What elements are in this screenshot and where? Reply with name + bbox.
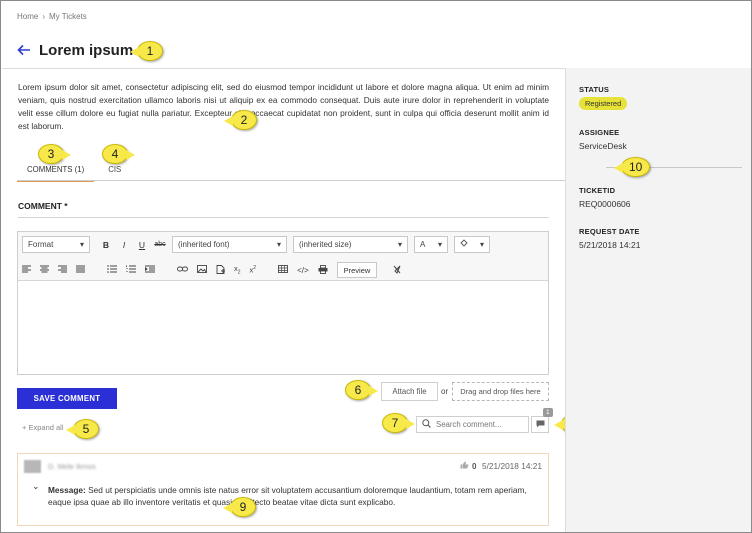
status-badge: Registered — [579, 97, 628, 110]
search-placeholder: Search comment... — [436, 420, 502, 429]
request-date-label: REQUEST DATE — [579, 227, 640, 236]
font-size-dropdown[interactable]: (inherited size) ▾ — [293, 236, 408, 253]
bulleted-list-icon[interactable] — [107, 265, 117, 275]
insert-file-icon[interactable] — [216, 264, 225, 276]
chat-bubble-icon — [536, 420, 545, 430]
breadcrumb-current[interactable]: My Tickets — [49, 12, 87, 21]
caret-down-icon: ▾ — [479, 240, 484, 249]
paint-bucket-icon — [460, 239, 468, 250]
like-button[interactable]: 0 — [460, 461, 476, 471]
highlight-color-dropdown[interactable]: ▾ — [454, 236, 490, 253]
ticket-details-sidebar: STATUS Registered ASSIGNEE ServiceDesk T… — [565, 68, 751, 532]
caret-down-icon: ▾ — [79, 240, 84, 249]
format-dropdown-label: Format — [28, 240, 54, 249]
align-center-icon[interactable] — [40, 265, 49, 275]
breadcrumb: Home › My Tickets — [17, 12, 87, 21]
tabs-divider — [17, 180, 565, 181]
comment-entry: D. Mele Ikmos 0 5/21/2018 14:21 ⌄ Messag… — [17, 453, 549, 526]
format-dropdown[interactable]: Format ▾ — [22, 236, 90, 253]
superscript-icon[interactable]: x2 — [250, 265, 257, 275]
align-justify-icon[interactable] — [76, 265, 85, 275]
file-drop-zone[interactable]: Drag and drop files here — [452, 382, 549, 401]
rich-text-editor: Format ▾ B I U abc (inherited font) ▾ (i… — [17, 231, 549, 375]
align-left-icon[interactable] — [22, 265, 31, 275]
avatar — [24, 460, 41, 473]
comment-label-divider — [18, 217, 549, 218]
attach-file-button[interactable]: Attach file — [381, 382, 438, 401]
like-count: 0 — [472, 461, 477, 471]
font-family-label: (inherited font) — [178, 240, 230, 249]
image-icon[interactable] — [197, 265, 207, 275]
breadcrumb-home[interactable]: Home — [17, 12, 38, 21]
text-color-label: A — [420, 240, 426, 249]
ticket-page: Home › My Tickets Lorem ipsum 1 Lorem ip… — [0, 0, 752, 533]
save-comment-button[interactable]: SAVE COMMENT — [17, 388, 117, 409]
callout-marker: 1 — [130, 41, 163, 61]
table-icon[interactable] — [278, 265, 289, 275]
comment-search-input[interactable]: Search comment... — [416, 416, 529, 433]
page-title: Lorem ipsum — [39, 42, 134, 59]
expand-all-label: Expand all — [28, 423, 64, 432]
message-label: Message: — [48, 485, 86, 495]
bold-button[interactable]: B — [100, 240, 112, 250]
caret-down-icon: ▾ — [397, 240, 402, 249]
callout-marker: 6 — [345, 380, 378, 400]
subscript-icon[interactable]: x2 — [234, 264, 241, 276]
print-icon[interactable] — [318, 264, 328, 276]
or-separator: or — [441, 387, 449, 396]
ticketid-label: TICKETID — [579, 186, 616, 195]
text-color-dropdown[interactable]: A ▾ — [414, 236, 448, 253]
arrow-left-icon[interactable] — [17, 43, 33, 59]
request-date-value: 5/21/2018 14:21 — [579, 240, 641, 250]
callout-marker: 3 — [38, 144, 71, 164]
align-right-icon[interactable] — [58, 265, 67, 275]
strikethrough-button[interactable]: abc — [154, 241, 166, 248]
ticket-description: Lorem ipsum dolor sit amet, consectetur … — [18, 82, 549, 131]
callout-marker: 5 — [66, 419, 99, 439]
assignee-label: ASSIGNEE — [579, 128, 620, 137]
plus-icon: + — [22, 423, 27, 432]
expand-all-link[interactable]: + Expand all — [22, 423, 64, 432]
editor-toolbar: Format ▾ B I U abc (inherited font) ▾ (i… — [18, 232, 548, 281]
assignee-value: ServiceDesk — [579, 141, 627, 151]
callout-marker: 4 — [102, 144, 135, 164]
thumbs-up-icon — [460, 461, 469, 471]
ticketid-value: REQ0000606 — [579, 199, 631, 209]
underline-button[interactable]: U — [136, 240, 148, 250]
code-view-icon[interactable]: </> — [297, 266, 309, 275]
status-label: STATUS — [579, 85, 610, 94]
comment-field-label: COMMENT * — [18, 201, 68, 211]
search-icon — [422, 419, 431, 430]
caret-down-icon: ▾ — [276, 240, 281, 249]
comment-toggle-button[interactable] — [531, 416, 549, 433]
callout-marker: 7 — [382, 413, 415, 433]
caret-down-icon: ▾ — [437, 240, 442, 249]
clear-formatting-icon[interactable] — [392, 265, 402, 276]
comment-message: Message: Sed ut perspiciatis unde omnis … — [48, 484, 538, 508]
message-text: Sed ut perspiciatis unde omnis iste natu… — [48, 485, 527, 507]
comment-author: D. Mele Ikmos — [48, 462, 96, 471]
font-size-label: (inherited size) — [299, 240, 352, 249]
link-icon[interactable] — [177, 265, 188, 275]
collapse-chevron-icon[interactable]: ⌄ — [32, 481, 40, 492]
callout-marker: 2 — [224, 110, 257, 130]
callout-marker: 9 — [223, 497, 256, 517]
comment-timestamp: 5/21/2018 14:21 — [482, 461, 542, 471]
comment-count-badge: 1 — [543, 408, 553, 417]
indent-icon[interactable] — [144, 265, 155, 275]
font-family-dropdown[interactable]: (inherited font) ▾ — [172, 236, 287, 253]
italic-button[interactable]: I — [118, 240, 130, 250]
preview-button[interactable]: Preview — [336, 262, 378, 278]
numbered-list-icon[interactable] — [126, 265, 136, 275]
chevron-right-icon: › — [42, 12, 46, 21]
editor-text-area[interactable] — [18, 281, 548, 374]
